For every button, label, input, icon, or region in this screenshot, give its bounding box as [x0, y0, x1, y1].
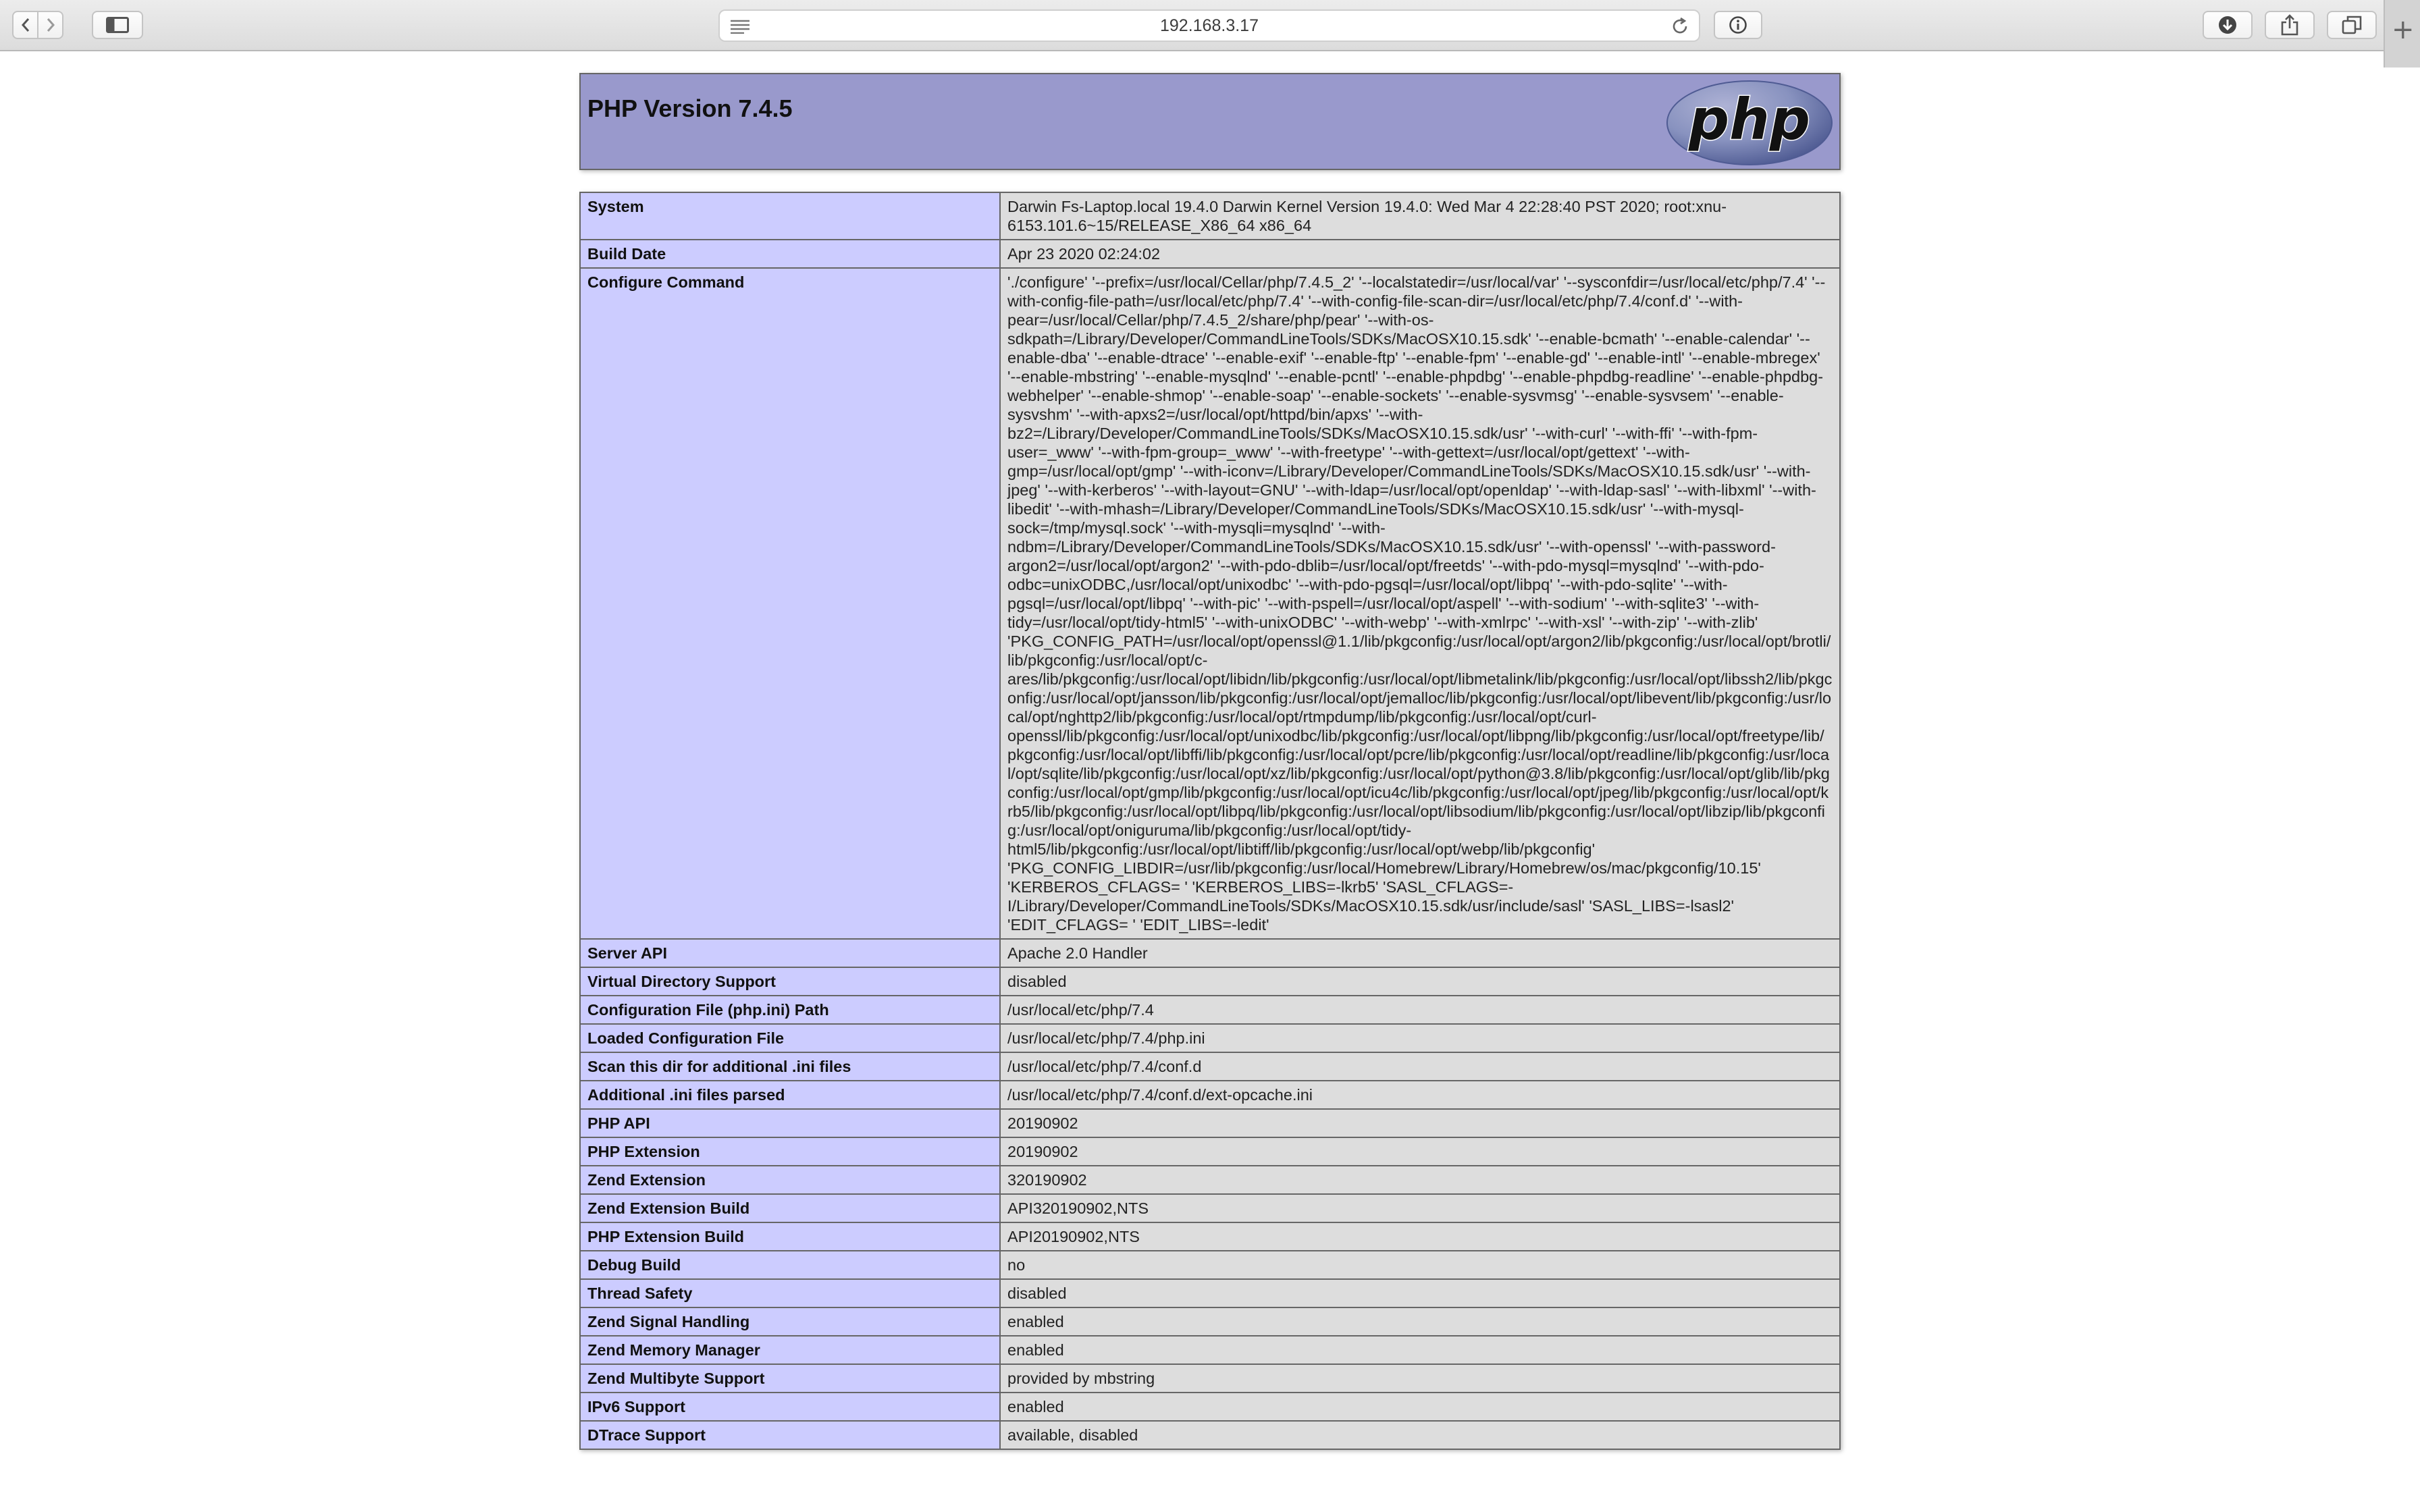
row-value: /usr/local/etc/php/7.4 [999, 995, 1841, 1025]
row-value: './configure' '--prefix=/usr/local/Cella… [999, 267, 1841, 940]
page-title: PHP Version 7.4.5 [587, 94, 793, 122]
row-key: Zend Extension [579, 1165, 1001, 1195]
sidebar-button[interactable] [92, 11, 143, 39]
table-row: Debug Build no [579, 1250, 1841, 1280]
row-key: Thread Safety [579, 1278, 1001, 1308]
table-row: Scan this dir for additional .ini files /… [579, 1052, 1841, 1081]
table-row: Loaded Configuration File/usr/local/etc/… [579, 1023, 1841, 1053]
phpinfo-page: PHP Version 7.4.5 php System Darwin Fs-La… [579, 73, 1841, 1450]
row-key: Configuration File (php.ini) Path [579, 995, 1001, 1025]
table-row: Server API Apache 2.0 Handler [579, 938, 1841, 968]
row-value: /usr/local/etc/php/7.4/conf.d [999, 1052, 1841, 1081]
share-icon [2281, 14, 2298, 36]
plus-icon: + [2392, 14, 2415, 45]
row-value: Darwin Fs-Laptop.local 19.4.0 Darwin Ker… [999, 192, 1841, 240]
table-row: Zend Memory Manager enabled [579, 1335, 1841, 1365]
row-key: Additional .ini files parsed [579, 1080, 1001, 1110]
row-key: Zend Extension Build [579, 1193, 1001, 1223]
row-key: Virtual Directory Support [579, 967, 1001, 996]
row-value: enabled [999, 1307, 1841, 1336]
row-key: Configure Command [579, 267, 1001, 940]
table-row: Virtual Directory Support disabled [579, 967, 1841, 996]
table-row: Zend Extension Build API320190902,NTS [579, 1193, 1841, 1223]
row-key: Build Date [579, 239, 1001, 269]
table-row: Zend Multibyte Support provided by mbstri… [579, 1364, 1841, 1393]
phpinfo-table: System Darwin Fs-Laptop.local 19.4.0 Darw… [579, 192, 1841, 1450]
row-key: Server API [579, 938, 1001, 968]
table-row: PHP Extension 20190902 [579, 1137, 1841, 1166]
row-value: Apr 23 2020 02:24:02 [999, 239, 1841, 269]
table-row: System Darwin Fs-Laptop.local 19.4.0 Darw… [579, 192, 1841, 240]
row-key: Debug Build [579, 1250, 1001, 1280]
php-logo-text: php [1688, 86, 1810, 153]
row-value: provided by mbstring [999, 1364, 1841, 1393]
table-row: Zend Extension 320190902 [579, 1165, 1841, 1195]
table-row: Additional .ini files parsed/usr/local/e… [579, 1080, 1841, 1110]
row-value: disabled [999, 967, 1841, 996]
nav-buttons [12, 11, 63, 39]
download-icon [2219, 16, 2236, 34]
table-row: PHP API 20190902 [579, 1108, 1841, 1138]
row-value: /usr/local/etc/php/7.4/conf.d/ext-opcach… [999, 1080, 1841, 1110]
chevron-left-icon [21, 18, 29, 32]
browser-toolbar: 192.168.3.17 [0, 0, 2420, 51]
sidebar-icon [106, 17, 129, 33]
table-row: Configuration File (php.ini) Path/usr/lo… [579, 995, 1841, 1025]
row-key: IPv6 Support [579, 1392, 1001, 1422]
row-key: Loaded Configuration File [579, 1023, 1001, 1053]
row-value: API320190902,NTS [999, 1193, 1841, 1223]
table-row: Thread Safety disabled [579, 1278, 1841, 1308]
row-value: available, disabled [999, 1420, 1841, 1450]
info-icon [1729, 16, 1747, 34]
table-row: Configure Command './configure' '--prefix… [579, 267, 1841, 940]
row-value: Apache 2.0 Handler [999, 938, 1841, 968]
info-button[interactable] [1714, 11, 1762, 39]
row-key: DTrace Support [579, 1420, 1001, 1450]
row-value: enabled [999, 1335, 1841, 1365]
row-key: PHP Extension Build [579, 1222, 1001, 1251]
php-logo[interactable]: php [1665, 80, 1834, 166]
row-value: disabled [999, 1278, 1841, 1308]
row-value: 20190902 [999, 1108, 1841, 1138]
chevron-right-icon [47, 18, 55, 32]
url-text: 192.168.3.17 [1160, 16, 1259, 35]
row-key: PHP Extension [579, 1137, 1001, 1166]
row-key: Zend Multibyte Support [579, 1364, 1001, 1393]
php-version-header: PHP Version 7.4.5 php [579, 73, 1841, 170]
table-row: DTrace Support available, disabled [579, 1420, 1841, 1450]
tab-overview-button[interactable] [2327, 11, 2377, 39]
share-button[interactable] [2265, 11, 2315, 39]
row-value: API20190902,NTS [999, 1222, 1841, 1251]
row-value: 20190902 [999, 1137, 1841, 1166]
table-row: IPv6 Support enabled [579, 1392, 1841, 1422]
row-key: PHP API [579, 1108, 1001, 1138]
row-value: /usr/local/etc/php/7.4/php.ini [999, 1023, 1841, 1053]
table-row: Build Date Apr 23 2020 02:24:02 [579, 239, 1841, 269]
new-tab-button[interactable]: + [2384, 0, 2420, 68]
address-bar[interactable]: 192.168.3.17 [718, 9, 1700, 42]
row-key: Zend Memory Manager [579, 1335, 1001, 1365]
table-row: PHP Extension Build API20190902,NTS [579, 1222, 1841, 1251]
tab-overview-icon [2342, 16, 2362, 34]
row-value: enabled [999, 1392, 1841, 1422]
row-key: Scan this dir for additional .ini files [579, 1052, 1001, 1081]
row-key: System [579, 192, 1001, 240]
forward-button[interactable] [38, 12, 62, 38]
downloads-button[interactable] [2203, 11, 2253, 39]
row-value: no [999, 1250, 1841, 1280]
row-value: 320190902 [999, 1165, 1841, 1195]
back-button[interactable] [14, 12, 38, 38]
reload-icon[interactable] [1671, 17, 1689, 36]
table-row: Zend Signal Handling enabled [579, 1307, 1841, 1336]
row-key: Zend Signal Handling [579, 1307, 1001, 1336]
